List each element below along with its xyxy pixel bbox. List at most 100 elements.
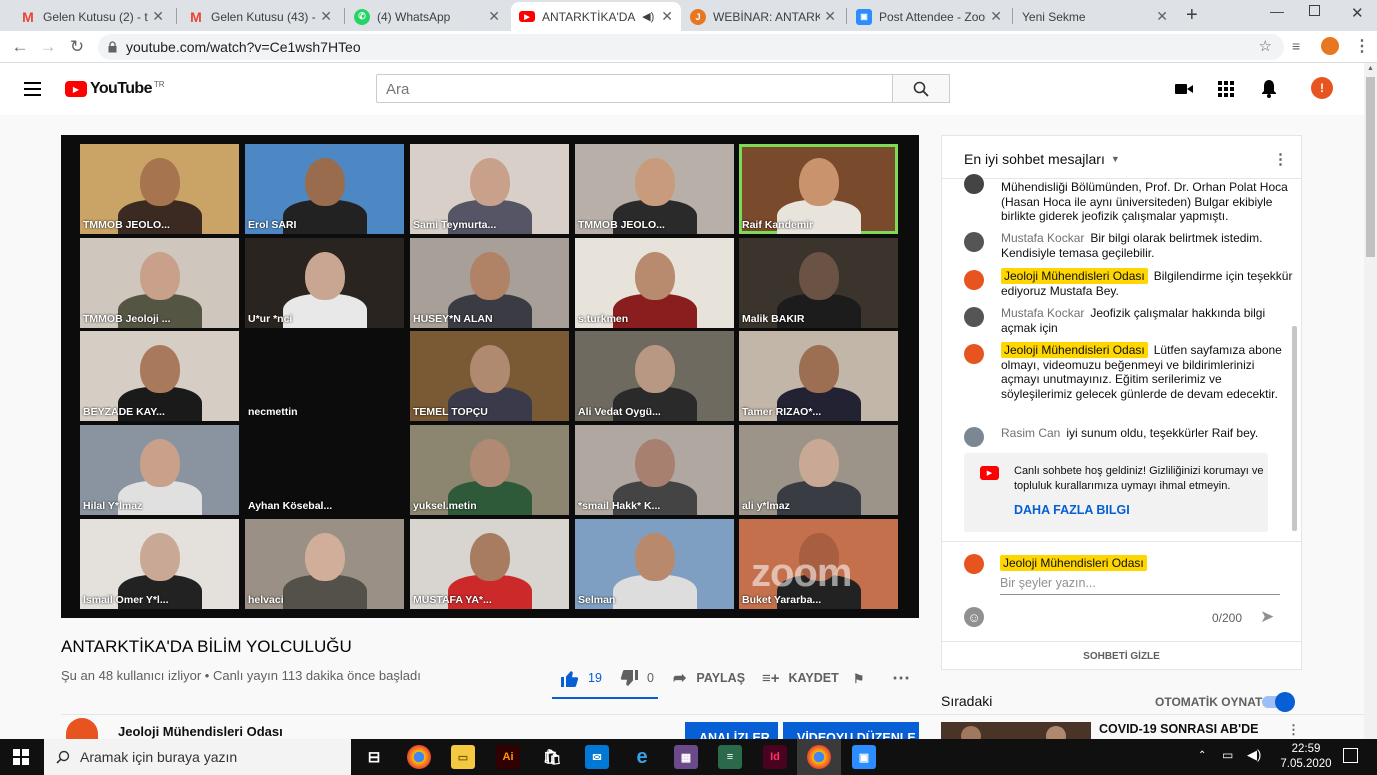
apps-grid-icon[interactable] — [1218, 81, 1234, 97]
youtube-icon: ▶ — [980, 466, 999, 480]
chat-author[interactable]: Rasim Can — [1001, 426, 1060, 440]
page-scrollbar[interactable]: ▲ — [1364, 63, 1377, 739]
chat-message: Rasim Can iyi sunum oldu, teşekkürler Rai… — [964, 426, 1294, 447]
close-tab-icon[interactable]: ✕ — [320, 8, 332, 25]
notification-center-icon[interactable] — [1343, 748, 1358, 763]
chat-author[interactable]: Mustafa Kockar — [1001, 231, 1084, 245]
emoji-icon[interactable]: ☺ — [964, 607, 984, 627]
notifications-bell-icon[interactable] — [1261, 80, 1277, 103]
tab-whatsapp[interactable]: ✆ (4) WhatsApp ✕ — [346, 2, 508, 31]
next-video-menu-icon[interactable]: ⋮ — [1287, 722, 1300, 738]
close-tab-icon[interactable]: ✕ — [152, 8, 164, 25]
participant-name: necmettin — [248, 406, 298, 418]
chat-mode-dropdown[interactable]: En iyi sohbet mesajları ▼ — [964, 151, 1120, 167]
participant-name: Raif Kandemir — [742, 219, 814, 231]
volume-icon[interactable]: ◀) — [1247, 747, 1261, 763]
participant-face — [470, 158, 510, 206]
participant-face — [799, 439, 839, 487]
tray-chevron-icon[interactable]: ⌃ — [1198, 750, 1206, 761]
like-button[interactable]: 19 — [561, 669, 602, 687]
new-tab-button[interactable]: + — [1186, 4, 1198, 27]
chrome-icon[interactable] — [407, 745, 431, 769]
profile-avatar[interactable] — [1321, 37, 1339, 55]
video-title: ANTARKTİKA'DA BİLİM YOLCULUĞU — [61, 637, 352, 656]
save-button[interactable]: ≡+ KAYDET — [762, 669, 839, 687]
zoom-taskbar-icon[interactable]: ▣ — [852, 745, 876, 769]
chat-author[interactable]: Mustafa Kockar — [1001, 306, 1084, 320]
close-tab-icon[interactable]: ✕ — [488, 8, 500, 25]
task-view-icon[interactable]: ⊟ — [362, 745, 386, 769]
share-button[interactable]: ➦ PAYLAŞ — [673, 669, 745, 687]
close-tab-icon[interactable]: ✕ — [824, 8, 836, 25]
hamburger-menu-icon[interactable] — [24, 82, 41, 96]
windows-start-icon[interactable] — [13, 749, 29, 765]
search-input[interactable]: Ara — [376, 74, 893, 103]
taskbar-search-box[interactable]: Aramak için buraya yazın — [44, 739, 351, 775]
participant-face — [470, 533, 510, 581]
share-arrow-icon: ➦ — [673, 670, 687, 687]
close-window-button[interactable]: ✕ — [1351, 4, 1364, 22]
close-tab-icon[interactable]: ✕ — [990, 8, 1002, 25]
hide-chat-button[interactable]: SOHBETİ GİZLE — [942, 651, 1301, 662]
media-control-icon[interactable]: ≡ — [1292, 38, 1300, 54]
illustrator-icon[interactable]: Ai — [496, 745, 520, 769]
participant-face — [635, 158, 675, 206]
youtube-logo[interactable]: ▶ YouTube TR — [65, 80, 165, 98]
autoplay-toggle[interactable] — [1262, 692, 1295, 712]
more-actions-icon[interactable]: ⋯ — [892, 668, 910, 688]
system-clock[interactable]: 22:59 7.05.2020 — [1276, 742, 1336, 772]
indesign-icon[interactable]: Id — [763, 745, 787, 769]
close-tab-icon[interactable]: ✕ — [1156, 8, 1168, 25]
bookmark-star-icon[interactable]: ☆ — [1259, 37, 1272, 55]
search-button[interactable] — [892, 74, 950, 103]
tab-gmail-1[interactable]: M Gelen Kutusu (2) - tmm ✕ — [12, 2, 172, 31]
send-icon[interactable]: ➤ — [1260, 607, 1274, 627]
create-video-icon[interactable] — [1175, 82, 1193, 101]
app-icon-2[interactable]: ≡ — [718, 745, 742, 769]
chat-owner-badge[interactable]: Jeoloji Mühendisleri Odası — [1001, 342, 1148, 358]
participant-tile: BEYZADE KAY... — [80, 331, 239, 421]
participant-tile: Ayhan Kösebal... — [245, 425, 404, 515]
tab-webinar[interactable]: J WEBİNAR: ANTARKTİKA ✕ — [682, 2, 844, 31]
dislike-button[interactable]: 0 — [620, 669, 654, 687]
chat-scrollbar[interactable] — [1292, 326, 1297, 531]
participant-name: TMMOB Jeoloji ... — [83, 313, 171, 325]
forward-button[interactable]: → — [37, 36, 59, 58]
edit-video-button[interactable]: VİDEOYU DÜZENLE — [783, 722, 919, 739]
tab-new[interactable]: Yeni Sekme ✕ — [1014, 2, 1176, 31]
chat-message-input[interactable]: Bir şeyler yazın... — [1000, 576, 1280, 595]
chrome-active-task[interactable] — [797, 739, 841, 775]
report-flag-icon[interactable]: ⚑ — [853, 669, 864, 687]
tab-gmail-2[interactable]: M Gelen Kutusu (43) - ilha ✕ — [180, 2, 340, 31]
participant-name: Tamer RIZAO*... — [742, 406, 822, 418]
speaker-icon[interactable]: ◀) — [642, 10, 654, 23]
chat-menu-icon[interactable]: ⋮ — [1273, 150, 1288, 168]
channel-avatar[interactable] — [66, 718, 98, 739]
back-button[interactable]: ← — [9, 36, 31, 58]
next-video-title[interactable]: COVID-19 SONRASI AB'DE — [1099, 722, 1258, 736]
tab-youtube-active[interactable]: ▶ ANTARKTİKA'DA Bİ ◀) ✕ — [511, 2, 681, 31]
chrome-menu-icon[interactable]: ⋮ — [1354, 36, 1370, 56]
learn-more-link[interactable]: DAHA FAZLA BILGI — [1014, 503, 1130, 517]
address-bar[interactable]: youtube.com/watch?v=Ce1wsh7HTeo ☆ — [98, 34, 1284, 60]
participant-tile: s.turkmen — [575, 238, 734, 328]
app-icon[interactable]: ▦ — [674, 745, 698, 769]
chat-owner-badge[interactable]: Jeoloji Mühendisleri Odası — [1001, 268, 1148, 284]
store-icon[interactable]: 🛍 — [540, 745, 564, 769]
edge-icon[interactable]: e — [630, 745, 654, 769]
mail-icon[interactable]: ✉ — [585, 745, 609, 769]
account-avatar[interactable]: ! — [1311, 77, 1333, 99]
channel-name[interactable]: Jeoloji Mühendisleri Odası — [118, 724, 283, 739]
close-tab-icon[interactable]: ✕ — [661, 8, 673, 25]
reload-button[interactable]: ↻ — [66, 36, 88, 58]
video-player[interactable]: TMMOB JEOLO... Erol SARI Sami Teymurta... T… — [61, 135, 919, 618]
minimize-button[interactable]: — — [1270, 3, 1284, 19]
analytics-button[interactable]: ANALİZLER — [685, 722, 778, 739]
next-video-thumbnail[interactable] — [941, 722, 1091, 739]
participant-name: Erol SARI — [248, 219, 297, 231]
participant-tile: ali y*lmaz — [739, 425, 898, 515]
file-explorer-icon[interactable]: ▭ — [451, 745, 475, 769]
network-icon[interactable]: ▭ — [1222, 748, 1233, 762]
tab-zoom[interactable]: ▣ Post Attendee - Zoom ✕ — [848, 2, 1010, 31]
maximize-button[interactable] — [1309, 5, 1320, 16]
